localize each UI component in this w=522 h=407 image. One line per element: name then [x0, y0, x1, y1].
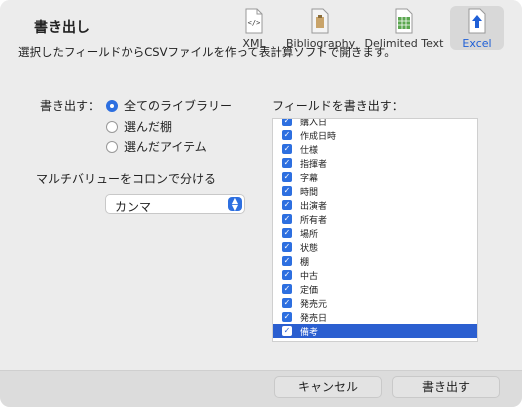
description-text: 選択したフィールドからCSVファイルを作って表計算ソフトで開きます。	[18, 45, 396, 59]
field-row[interactable]: ✓ 発売元	[273, 296, 477, 310]
xml-file-icon: </>	[243, 8, 265, 34]
excel-export-icon	[466, 8, 488, 34]
field-label: 備考	[300, 328, 319, 338]
checkbox-checked-icon[interactable]: ✓	[282, 256, 292, 266]
field-row[interactable]: ✓ 場所	[273, 226, 477, 240]
field-row[interactable]: ✓ 購入日	[273, 118, 477, 128]
field-row[interactable]: ✓ 発売日	[273, 310, 477, 324]
toolbar-excel-label: Excel	[462, 37, 492, 50]
checkbox-checked-icon[interactable]: ✓	[282, 298, 292, 308]
radio-selected-indicator	[106, 100, 118, 112]
field-row[interactable]: ✓ 定価	[273, 282, 477, 296]
checkbox-checked-icon[interactable]: ✓	[282, 119, 292, 126]
field-label: 棚	[300, 258, 310, 268]
radio-selected-items[interactable]: 選んだアイテム	[106, 138, 207, 155]
field-label: 作成日時	[300, 132, 337, 142]
checkbox-checked-icon[interactable]: ✓	[282, 214, 292, 224]
checkbox-checked-icon[interactable]: ✓	[282, 130, 292, 140]
checkbox-checked-icon[interactable]: ✓	[282, 186, 292, 196]
field-row[interactable]: ✓ 状態	[273, 240, 477, 254]
checkbox-checked-icon[interactable]: ✓	[282, 200, 292, 210]
field-row[interactable]: ✓ 作成日時	[273, 128, 477, 142]
field-label: 時間	[300, 188, 319, 198]
radio-all-libraries-label: 全てのライブラリー	[124, 99, 233, 113]
checkbox-checked-icon[interactable]: ✓	[282, 228, 292, 238]
field-label: 字幕	[300, 174, 319, 184]
cancel-button[interactable]: キャンセル	[274, 376, 382, 398]
radio-selected-items-label: 選んだアイテム	[124, 140, 207, 154]
field-label: 中古	[300, 272, 319, 282]
fields-label: フィールドを書き出す：	[272, 99, 404, 113]
checkbox-checked-icon[interactable]: ✓	[282, 270, 292, 280]
field-row[interactable]: ✓ 時間	[273, 184, 477, 198]
field-row[interactable]: ✓ 指揮者	[273, 156, 477, 170]
field-label: 発売元	[300, 300, 328, 310]
field-row[interactable]: ✓ 棚	[273, 254, 477, 268]
toolbar-excel[interactable]: Excel	[450, 6, 504, 50]
export-dialog: 書き出し </> XML Bibliography Delimited Text…	[0, 0, 522, 407]
radio-indicator	[106, 141, 118, 153]
checkbox-checked-icon[interactable]: ✓	[282, 158, 292, 168]
radio-selected-shelf[interactable]: 選んだ棚	[106, 118, 172, 135]
updown-chevron-icon: ▲ ▼	[228, 197, 242, 212]
checkbox-checked-icon[interactable]: ✓	[282, 144, 292, 154]
field-label: 指揮者	[300, 160, 328, 170]
multivalue-label: マルチバリューをコロンで分ける	[36, 172, 217, 186]
separator-select-value: カンマ	[115, 200, 152, 214]
checkbox-checked-icon[interactable]: ✓	[282, 284, 292, 294]
window-title: 書き出し	[34, 20, 90, 36]
field-label: 発売日	[300, 314, 328, 324]
spreadsheet-file-icon	[393, 8, 415, 34]
export-button[interactable]: 書き出す	[392, 376, 500, 398]
field-label: 状態	[300, 244, 319, 254]
field-label: 仕様	[300, 146, 319, 156]
separator-select[interactable]: カンマ ▲ ▼	[105, 194, 245, 214]
field-label: 場所	[300, 230, 319, 240]
field-row[interactable]: ✓ 出演者	[273, 198, 477, 212]
field-row[interactable]: ✓ 中古	[273, 268, 477, 282]
checkbox-checked-icon[interactable]: ✓	[282, 312, 292, 322]
field-label: 定価	[300, 286, 319, 296]
field-label: 購入日	[300, 118, 328, 128]
checkbox-checked-icon[interactable]: ✓	[282, 242, 292, 252]
bibliography-file-icon	[309, 8, 331, 34]
field-row[interactable]: ✓ 字幕	[273, 170, 477, 184]
checkbox-checked-icon[interactable]: ✓	[282, 326, 292, 336]
fields-list[interactable]: ✓ 購入日 ✓ 作成日時 ✓ 仕様 ✓ 指揮者 ✓ 字幕 ✓ 時間 ✓ 出演者 ✓ 所有者 ✓ 場…	[272, 118, 478, 342]
field-row[interactable]: ✓ 所有者	[273, 212, 477, 226]
field-label: 所有者	[300, 216, 328, 226]
export-options-panel: 選択したフィールドからCSVファイルを作って表計算ソフトで開きます。 書き出す：…	[0, 45, 522, 370]
checkbox-checked-icon[interactable]: ✓	[282, 172, 292, 182]
field-label: 出演者	[300, 202, 328, 212]
export-scope-label: 書き出す：	[40, 99, 101, 113]
button-bar: キャンセル 書き出す	[0, 370, 522, 407]
field-row[interactable]: ✓ 仕様	[273, 142, 477, 156]
radio-indicator	[106, 121, 118, 133]
radio-selected-shelf-label: 選んだ棚	[124, 120, 173, 134]
svg-text:</>: </>	[248, 19, 261, 27]
radio-all-libraries[interactable]: 全てのライブラリー	[106, 97, 232, 114]
field-row-selected[interactable]: ✓ 備考	[273, 324, 477, 338]
